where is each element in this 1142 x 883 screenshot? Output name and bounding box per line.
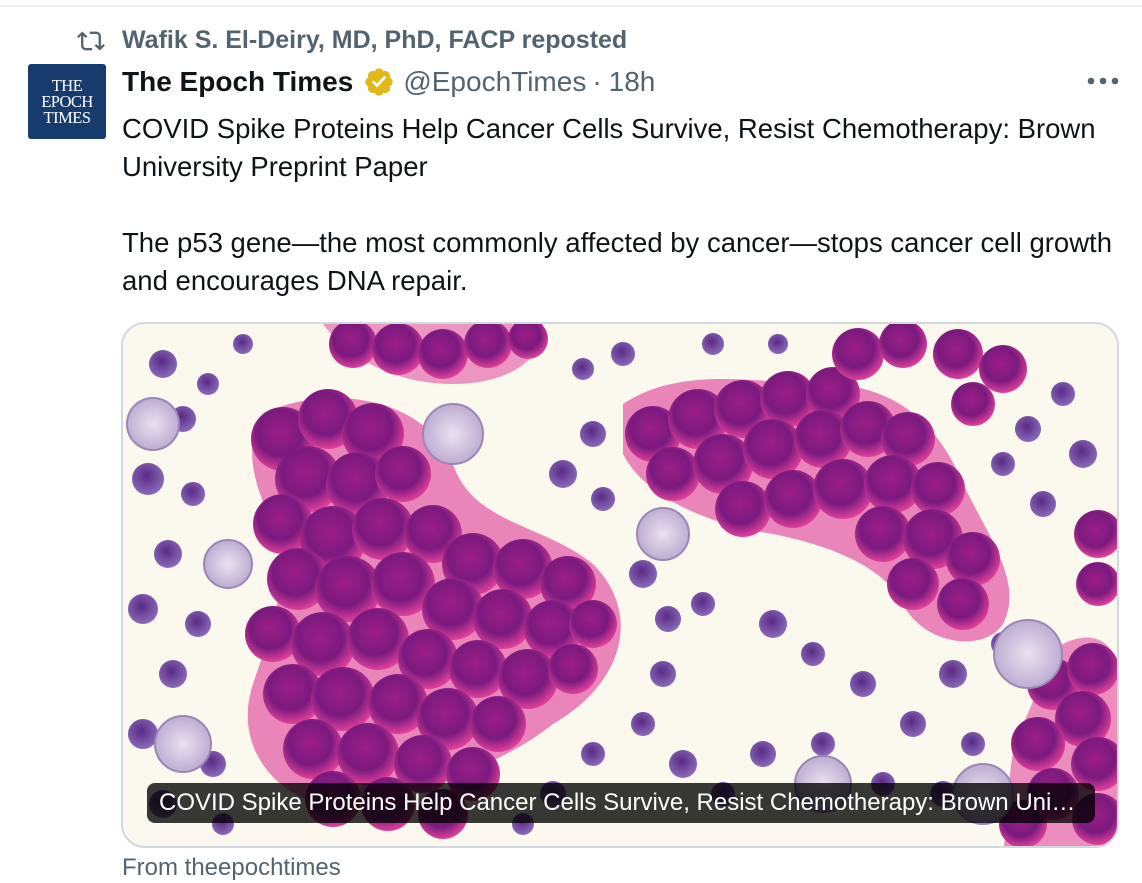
tweet-text: COVID Spike Proteins Help Cancer Cells S… <box>122 110 1122 300</box>
top-divider <box>0 0 1142 7</box>
tweet-header: The Epoch Times @EpochTimes · 18h <box>122 64 655 100</box>
avatar-line: TIMES <box>43 107 92 127</box>
timestamp[interactable]: 18h <box>609 66 656 98</box>
more-horizontal-icon <box>1087 77 1119 85</box>
verified-gold-badge-icon[interactable] <box>363 66 395 98</box>
tweet-text-paragraph: The p53 gene—the most commonly affected … <box>122 227 1112 296</box>
handle[interactable]: @EpochTimes <box>403 66 586 98</box>
display-name[interactable]: The Epoch Times <box>122 66 353 98</box>
card-source-text[interactable]: From theepochtimes <box>122 853 341 883</box>
avatar[interactable]: THE EPOCH TIMES <box>28 64 106 139</box>
microscopy-image <box>123 324 1117 846</box>
media-card[interactable]: COVID Spike Proteins Help Cancer Cells S… <box>121 322 1119 848</box>
repost-icon <box>77 31 105 50</box>
media-caption: COVID Spike Proteins Help Cancer Cells S… <box>147 783 1095 823</box>
repost-context[interactable]: Wafik S. El-Deiry, MD, PhD, FACP reposte… <box>76 26 627 55</box>
more-button[interactable] <box>1080 66 1126 96</box>
separator-dot: · <box>592 66 602 97</box>
tweet-text-paragraph: COVID Spike Proteins Help Cancer Cells S… <box>122 113 1096 182</box>
repost-label: Wafik S. El-Deiry, MD, PhD, FACP reposte… <box>122 26 628 54</box>
